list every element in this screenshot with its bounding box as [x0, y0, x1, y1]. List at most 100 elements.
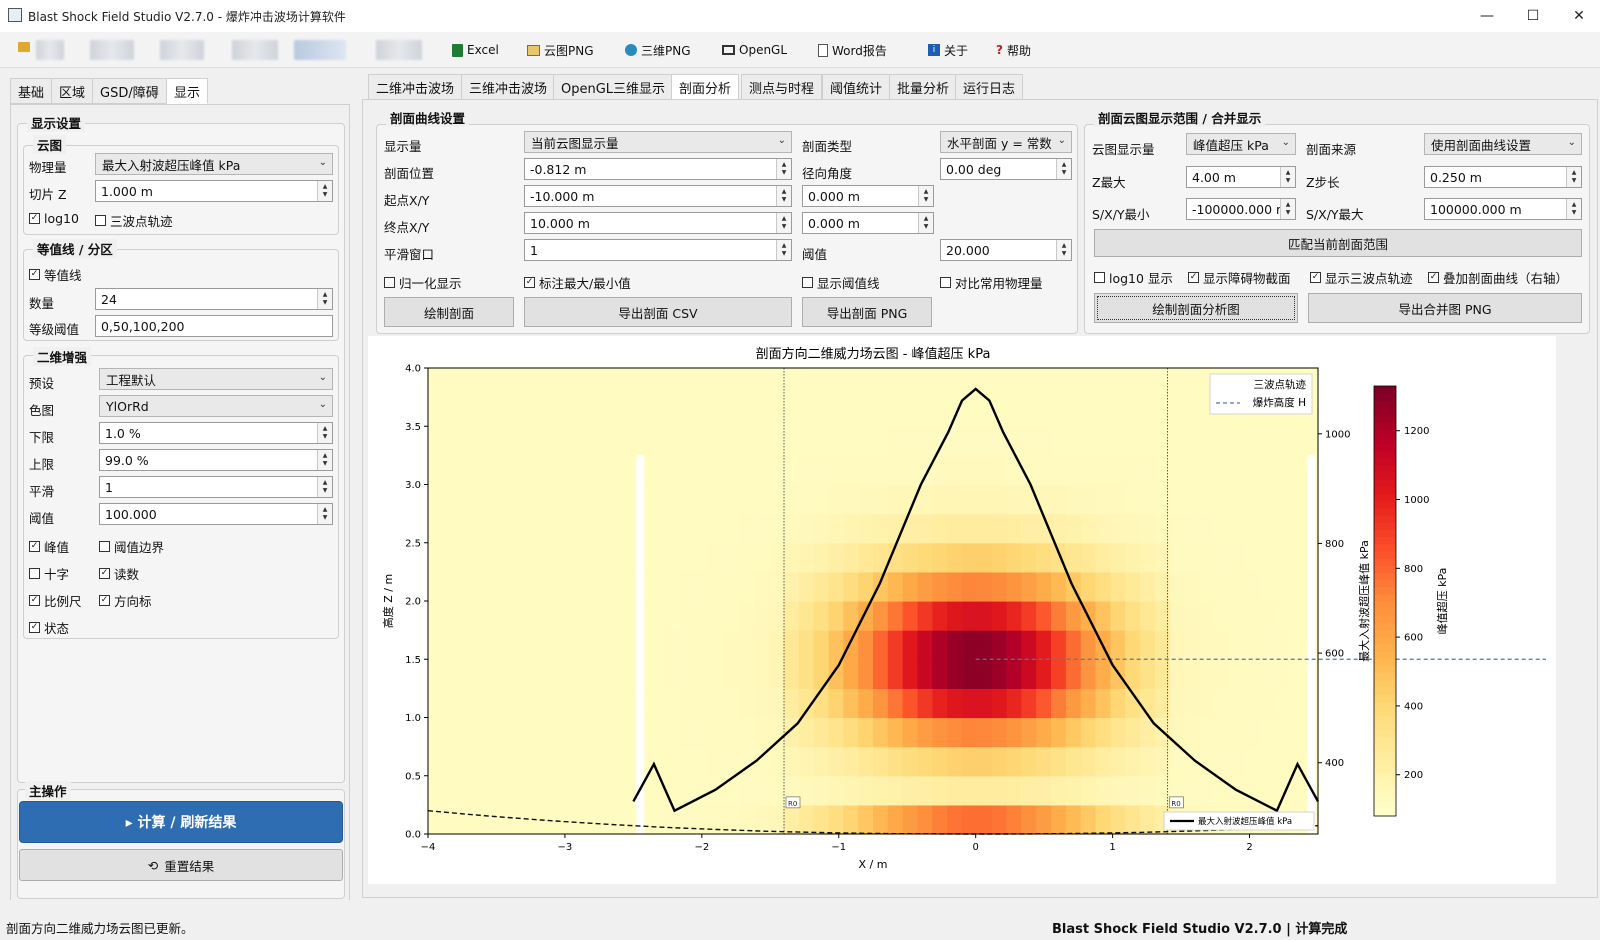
help-button[interactable]: ? 帮助: [996, 40, 1031, 60]
spin-arrows-icon[interactable]: ▲ ▼: [317, 423, 332, 443]
display-qty-select[interactable]: 当前云图显示量 ⌄: [524, 131, 792, 153]
peak-checkbox[interactable]: ✓ 峰值: [29, 537, 69, 556]
toolbar-blurred-item[interactable]: [90, 40, 134, 60]
profile-threshold-input[interactable]: 20.000 ▲ ▼: [940, 239, 1072, 261]
scale-checkbox[interactable]: ✓ 比例尺: [29, 591, 82, 610]
spin-arrows-icon[interactable]: ▲ ▼: [776, 240, 791, 260]
spin-arrows-icon[interactable]: ▲ ▼: [317, 450, 332, 470]
spin-arrows-icon[interactable]: ▲ ▼: [1280, 199, 1295, 219]
range-log10-checkbox[interactable]: log10 显示: [1094, 268, 1173, 287]
tri-track-checkbox[interactable]: 三波点轨迹: [95, 211, 173, 230]
smooth-window-input[interactable]: 1 ▲ ▼: [524, 239, 792, 261]
tab-run-log[interactable]: 运行日志: [955, 74, 1024, 100]
compare-checkbox[interactable]: 对比常用物理量: [940, 273, 1043, 292]
profile-type-select[interactable]: 水平剖面 y = 常数 ⌄: [940, 131, 1072, 153]
tab-display[interactable]: 显示: [166, 78, 209, 104]
zstep-input[interactable]: 0.250 m ▲ ▼: [1424, 166, 1582, 188]
tab-region[interactable]: 区域: [51, 78, 94, 104]
reset-button[interactable]: ⟲ 重置结果: [19, 849, 343, 881]
cloud-png-button[interactable]: 云图PNG: [527, 40, 594, 60]
spin-arrows-icon[interactable]: ▲ ▼: [317, 181, 332, 201]
smooth-input[interactable]: 1 ▲ ▼: [99, 476, 333, 498]
close-button[interactable]: ✕: [1556, 0, 1600, 32]
spin-arrows-icon[interactable]: ▲ ▼: [918, 186, 933, 206]
threshold-input[interactable]: 100.000 ▲ ▼: [99, 503, 333, 525]
tab-profile-analysis[interactable]: 剖面分析: [671, 74, 740, 100]
low-input[interactable]: 1.0 % ▲ ▼: [99, 422, 333, 444]
tab-basic[interactable]: 基础: [10, 78, 53, 104]
draw-analysis-button[interactable]: 绘制剖面分析图: [1094, 293, 1298, 323]
spin-arrows-icon[interactable]: ▲ ▼: [1280, 167, 1295, 187]
end-y-input[interactable]: 0.000 m ▲ ▼: [802, 212, 934, 234]
spin-arrows-icon[interactable]: ▲ ▼: [1566, 167, 1581, 187]
minimize-button[interactable]: —: [1464, 0, 1510, 32]
export-profile-csv-button[interactable]: 导出剖面 CSV: [524, 297, 792, 327]
radial-angle-input[interactable]: 0.00 deg ▲ ▼: [940, 158, 1072, 180]
log10-checkbox[interactable]: ✓ log10: [29, 211, 79, 226]
show-obstacle-checkbox[interactable]: ✓ 显示障碍物截面: [1188, 268, 1291, 287]
show-tri-checkbox[interactable]: ✓ 显示三波点轨迹: [1310, 268, 1413, 287]
high-input[interactable]: 99.0 % ▲ ▼: [99, 449, 333, 471]
draw-profile-button[interactable]: 绘制剖面: [384, 297, 514, 327]
zmax-input[interactable]: 4.00 m ▲ ▼: [1186, 166, 1296, 188]
word-report-button[interactable]: Word报告: [818, 40, 887, 60]
toolbar-blurred-item[interactable]: [232, 40, 278, 60]
spin-arrows-icon[interactable]: ▲ ▼: [776, 186, 791, 206]
spin-arrows-icon[interactable]: ▲ ▼: [317, 477, 332, 497]
compass-checkbox[interactable]: ✓ 方向标: [99, 591, 152, 610]
count-input[interactable]: 24 ▲ ▼: [95, 288, 333, 310]
threshold-edge-checkbox[interactable]: 阈值边界: [99, 537, 164, 556]
toolbar-blurred-item[interactable]: [36, 40, 64, 60]
about-button[interactable]: i 关于: [928, 40, 968, 60]
spin-arrows-icon[interactable]: ▲ ▼: [1056, 240, 1071, 260]
start-y-input[interactable]: 0.000 m ▲ ▼: [802, 185, 934, 207]
smin-input[interactable]: -100000.000 m ▲ ▼: [1186, 198, 1296, 220]
tab-3d-field[interactable]: 三维冲击波场: [461, 74, 556, 100]
slice-z-input[interactable]: 1.000 m ▲ ▼: [95, 180, 333, 202]
tab-opengl-3d[interactable]: OpenGL三维显示: [553, 74, 674, 100]
toolbar-blurred-item[interactable]: [160, 40, 204, 60]
spin-arrows-icon[interactable]: ▲ ▼: [1056, 159, 1071, 179]
contour-checkbox[interactable]: ✓ 等值线: [29, 265, 82, 284]
spin-arrows-icon[interactable]: ▲ ▼: [776, 213, 791, 233]
spin-arrows-icon[interactable]: ▲ ▼: [317, 289, 332, 309]
preset-select[interactable]: 工程默认 ⌄: [99, 368, 333, 390]
readout-checkbox[interactable]: ✓ 读数: [99, 564, 139, 583]
folder-icon[interactable]: [18, 42, 30, 52]
cloud-qty-select[interactable]: 峰值超压 kPa ⌄: [1186, 133, 1296, 155]
excel-button[interactable]: Excel: [452, 40, 499, 60]
toolbar-blurred-item[interactable]: [294, 40, 346, 60]
tab-2d-field[interactable]: 二维冲击波场: [368, 74, 463, 100]
tab-probes-timeseries[interactable]: 测点与时程: [741, 74, 823, 100]
overlay-curve-checkbox[interactable]: ✓ 叠加剖面曲线（右轴）: [1428, 268, 1568, 287]
start-x-input[interactable]: -10.000 m ▲ ▼: [524, 185, 792, 207]
maximize-button[interactable]: ☐: [1510, 0, 1556, 32]
toolbar-blurred-item[interactable]: [376, 40, 422, 60]
export-merged-png-button[interactable]: 导出合并图 PNG: [1308, 293, 1582, 323]
end-x-input[interactable]: 10.000 m ▲ ▼: [524, 212, 792, 234]
spin-arrows-icon[interactable]: ▲ ▼: [918, 213, 933, 233]
tab-threshold-stats[interactable]: 阈值统计: [822, 74, 891, 100]
profile-source-select[interactable]: 使用剖面曲线设置 ⌄: [1424, 133, 1582, 155]
normalize-checkbox[interactable]: 归一化显示: [384, 273, 462, 292]
compute-button[interactable]: ▸ 计算 / 刷新结果: [19, 801, 343, 843]
tab-gsd-obstacle[interactable]: GSD/障碍: [92, 78, 167, 104]
tab-batch-analysis[interactable]: 批量分析: [889, 74, 958, 100]
show-threshold-checkbox[interactable]: 显示阈值线: [802, 273, 880, 292]
quantity-select[interactable]: 最大入射波超压峰值 kPa ⌄: [95, 153, 333, 175]
export-profile-png-button[interactable]: 导出剖面 PNG: [802, 297, 932, 327]
3d-png-button[interactable]: 三维PNG: [625, 40, 691, 60]
cross-checkbox[interactable]: 十字: [29, 564, 69, 583]
opengl-button[interactable]: OpenGL: [722, 40, 787, 60]
levels-input[interactable]: 0,50,100,200: [95, 315, 333, 337]
mark-minmax-checkbox[interactable]: ✓ 标注最大/最小值: [524, 273, 631, 292]
spin-arrows-icon[interactable]: ▲ ▼: [1566, 199, 1581, 219]
spin-arrows-icon[interactable]: ▲ ▼: [776, 159, 791, 179]
spin-arrows-icon[interactable]: ▲ ▼: [317, 504, 332, 524]
match-range-button[interactable]: 匹配当前剖面范围: [1094, 229, 1582, 257]
smax-input[interactable]: 100000.000 m ▲ ▼: [1424, 198, 1582, 220]
colormap-select[interactable]: YlOrRd ⌄: [99, 395, 333, 417]
profile-pos-input[interactable]: -0.812 m ▲ ▼: [524, 158, 792, 180]
status-checkbox[interactable]: ✓ 状态: [29, 618, 69, 637]
heatmap-cell: [798, 775, 815, 806]
